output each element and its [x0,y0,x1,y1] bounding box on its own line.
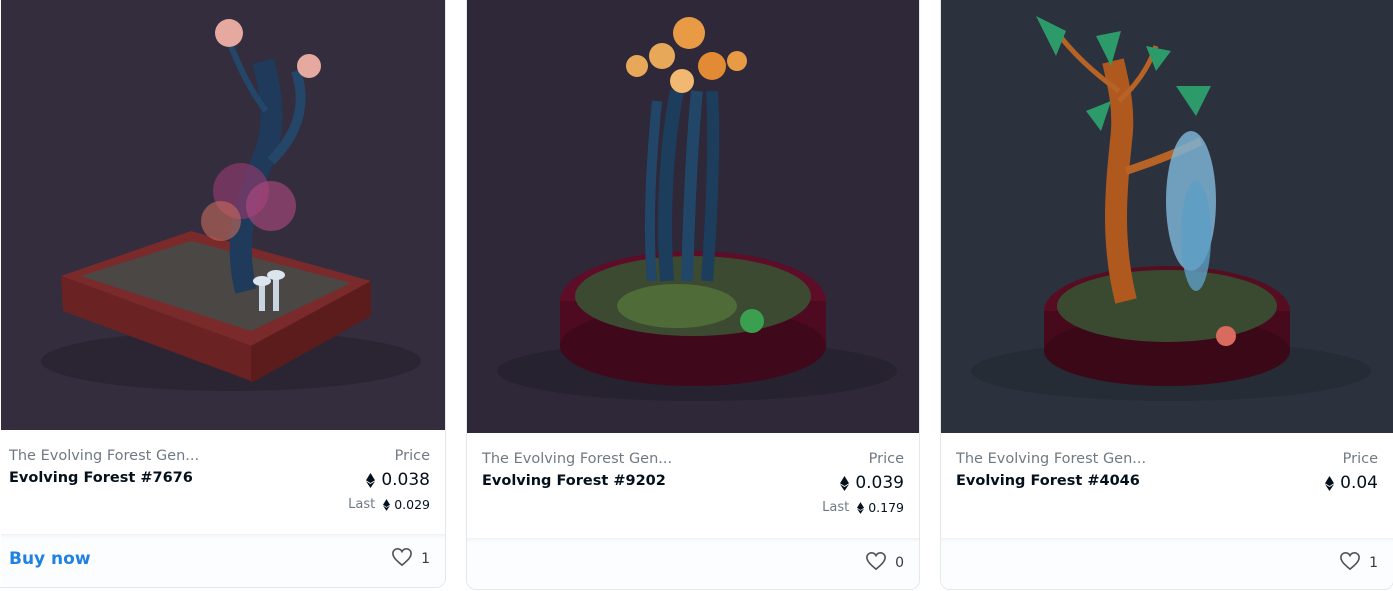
favorite-button[interactable]: 1 [391,547,430,571]
last-price-row: Last 0.179 [822,500,904,515]
nft-artwork-image[interactable] [467,0,919,433]
item-name[interactable]: Evolving Forest #4046 [956,473,1140,489]
price-value: 0.039 [855,473,904,493]
card-footer: 0 [467,538,919,589]
card-footer: Buy now 1 [1,534,445,587]
last-price-value: 0.179 [868,500,904,515]
favorite-button[interactable]: 0 [865,551,904,575]
heart-outline-icon[interactable] [1339,551,1361,575]
heart-outline-icon[interactable] [865,551,887,575]
ethereum-icon [366,472,376,488]
ethereum-icon [840,475,850,491]
nft-card[interactable]: The Evolving Forest Gen... Evolving Fore… [466,0,920,590]
collection-name[interactable]: The Evolving Forest Gen... [9,448,199,464]
favorite-count: 1 [1369,555,1378,571]
collection-name[interactable]: The Evolving Forest Gen... [956,451,1146,467]
favorite-button[interactable]: 1 [1339,551,1378,575]
favorite-count: 1 [421,551,430,567]
nft-artwork-image[interactable] [941,0,1393,433]
nft-card[interactable]: The Evolving Forest Gen... Evolving Fore… [940,0,1393,590]
card-footer: 1 [941,538,1393,589]
card-info: The Evolving Forest Gen... Evolving Fore… [941,433,1393,540]
collection-name[interactable]: The Evolving Forest Gen... [482,451,672,467]
buy-now-button[interactable]: Buy now [9,549,91,569]
heart-outline-icon[interactable] [391,547,413,571]
ethereum-icon [383,498,391,511]
price-row: 0.039 [840,473,904,493]
card-info: The Evolving Forest Gen... Evolving Fore… [467,433,919,540]
item-name[interactable]: Evolving Forest #7676 [9,470,193,486]
last-price-label: Last [822,500,850,515]
nft-card[interactable]: The Evolving Forest Gen... Evolving Fore… [0,0,446,588]
card-info: The Evolving Forest Gen... Evolving Fore… [1,430,445,537]
last-price-row: Last 0.029 [348,497,430,512]
price-row: 0.04 [1325,473,1378,493]
item-name[interactable]: Evolving Forest #9202 [482,473,666,489]
price-value: 0.04 [1340,473,1378,493]
nft-artwork-image[interactable] [1,0,445,430]
ethereum-icon [1325,475,1335,491]
price-value: 0.038 [381,470,430,490]
price-row: 0.038 [366,470,430,490]
last-price-value: 0.029 [394,497,430,512]
favorite-count: 0 [895,555,904,571]
last-price-label: Last [348,497,376,512]
price-label: Price [394,448,430,464]
price-label: Price [1342,451,1378,467]
price-label: Price [868,451,904,467]
nft-card-grid: The Evolving Forest Gen... Evolving Fore… [0,0,1393,591]
ethereum-icon [857,501,865,514]
